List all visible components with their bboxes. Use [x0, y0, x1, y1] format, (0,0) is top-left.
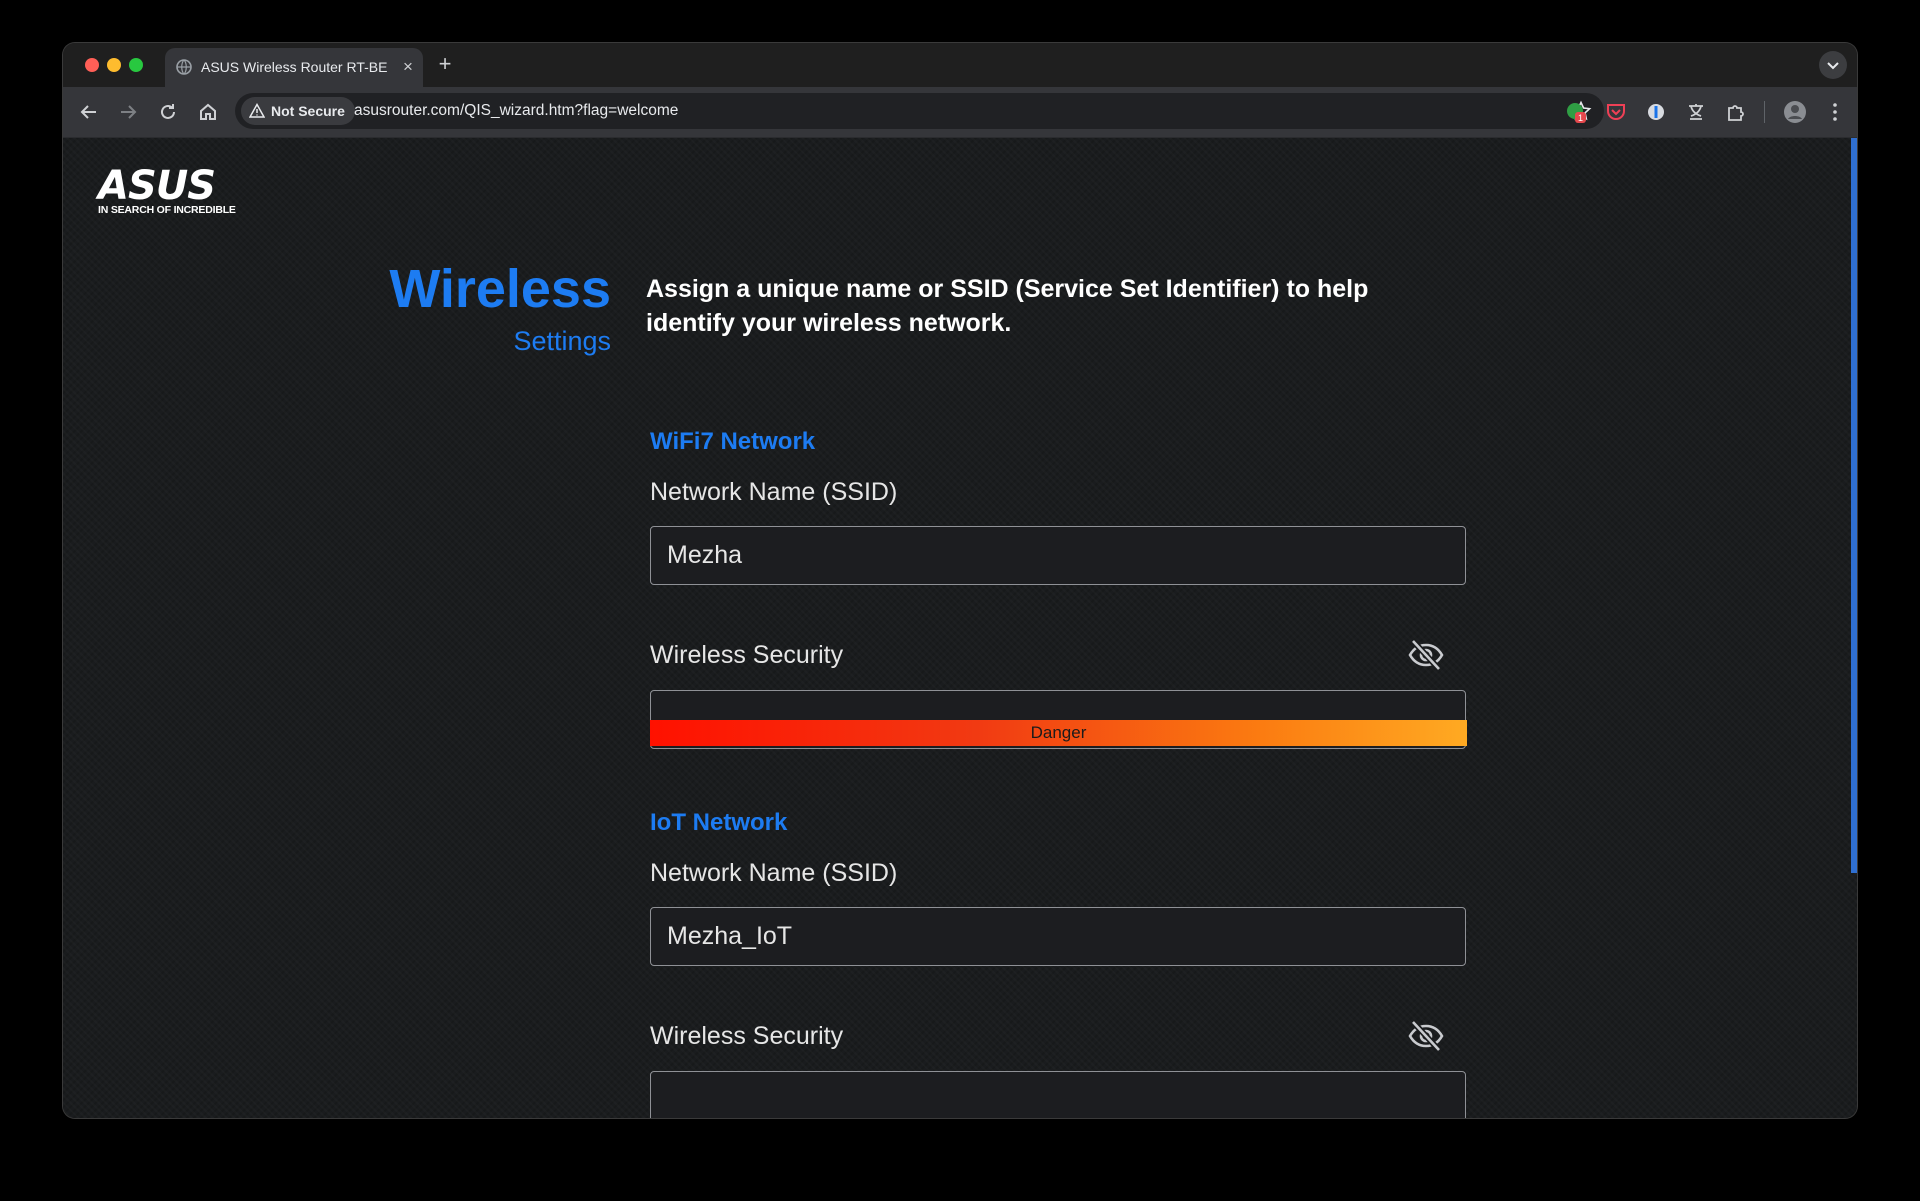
forward-arrow-icon[interactable]	[116, 100, 140, 124]
browser-menu-icon[interactable]	[1823, 100, 1847, 124]
translate-icon[interactable]	[1684, 100, 1708, 124]
back-arrow-icon[interactable]	[77, 100, 101, 124]
globe-icon	[176, 59, 192, 75]
wifi7-security-label: Wireless Security	[650, 641, 844, 669]
minimize-window-button[interactable]	[107, 58, 121, 72]
vpn-extension-icon[interactable]	[1644, 100, 1668, 124]
new-tab-button[interactable]: +	[433, 52, 457, 76]
tab-close-icon[interactable]: ×	[397, 56, 419, 78]
page-scrollbar[interactable]	[1851, 138, 1857, 873]
password-strength-bar: Danger	[650, 720, 1467, 746]
page-subtitle: Settings	[513, 326, 611, 356]
url-text: asusrouter.com/QIS_wizard.htm?flag=welco…	[354, 102, 679, 119]
iot-security-label: Wireless Security	[650, 1022, 844, 1050]
iot-section-title: IoT Network	[650, 809, 788, 836]
extension-badge: 1	[1578, 113, 1583, 123]
eye-off-icon[interactable]	[1407, 638, 1445, 672]
tab-title: ASUS Wireless Router RT-BE	[201, 59, 388, 75]
browser-toolbar: Not Secure asusrouter.com/QIS_wizard.htm…	[63, 87, 1857, 138]
page-description: Assign a unique name or SSID (Service Se…	[646, 275, 1369, 337]
close-window-button[interactable]	[85, 58, 99, 72]
warning-icon	[249, 103, 265, 118]
wifi7-ssid-input[interactable]	[650, 526, 1466, 585]
tab-strip: ASUS Wireless Router RT-BE × +	[63, 43, 1857, 87]
not-secure-chip[interactable]: Not Secure	[241, 97, 355, 125]
iot-ssid-input[interactable]	[650, 907, 1466, 966]
tab-search-button[interactable]	[1819, 51, 1847, 79]
chevron-down-icon	[1827, 62, 1839, 70]
extensions-puzzle-icon[interactable]	[1724, 100, 1748, 124]
extension-green-icon[interactable]: 1	[1564, 100, 1588, 124]
toolbar-divider	[1764, 101, 1765, 123]
address-bar[interactable]: Not Secure asusrouter.com/QIS_wizard.htm…	[235, 93, 1604, 129]
home-icon[interactable]	[196, 100, 220, 124]
profile-avatar[interactable]	[1783, 100, 1807, 124]
eye-off-icon[interactable]	[1407, 1019, 1445, 1053]
page-content: ASUS IN SEARCH OF INCREDIBLE Wireless Se…	[63, 138, 1857, 1118]
reload-icon[interactable]	[156, 100, 180, 124]
wifi7-section-title: WiFi7 Network	[650, 428, 816, 455]
security-chip-label: Not Secure	[271, 103, 345, 119]
logo-wordmark: ASUS	[98, 163, 216, 209]
page-title: Wireless	[389, 259, 611, 319]
browser-window: ASUS Wireless Router RT-BE × + Not Secur…	[63, 43, 1857, 1118]
browser-tab-active[interactable]: ASUS Wireless Router RT-BE ×	[165, 48, 423, 87]
wifi7-ssid-label: Network Name (SSID)	[650, 478, 898, 506]
iot-security-input[interactable]	[650, 1071, 1466, 1118]
logo-tagline: IN SEARCH OF INCREDIBLE	[98, 204, 236, 216]
pocket-icon[interactable]	[1604, 100, 1628, 124]
iot-ssid-label: Network Name (SSID)	[650, 859, 898, 887]
maximize-window-button[interactable]	[129, 58, 143, 72]
asus-logo: ASUS IN SEARCH OF INCREDIBLE	[98, 163, 238, 218]
